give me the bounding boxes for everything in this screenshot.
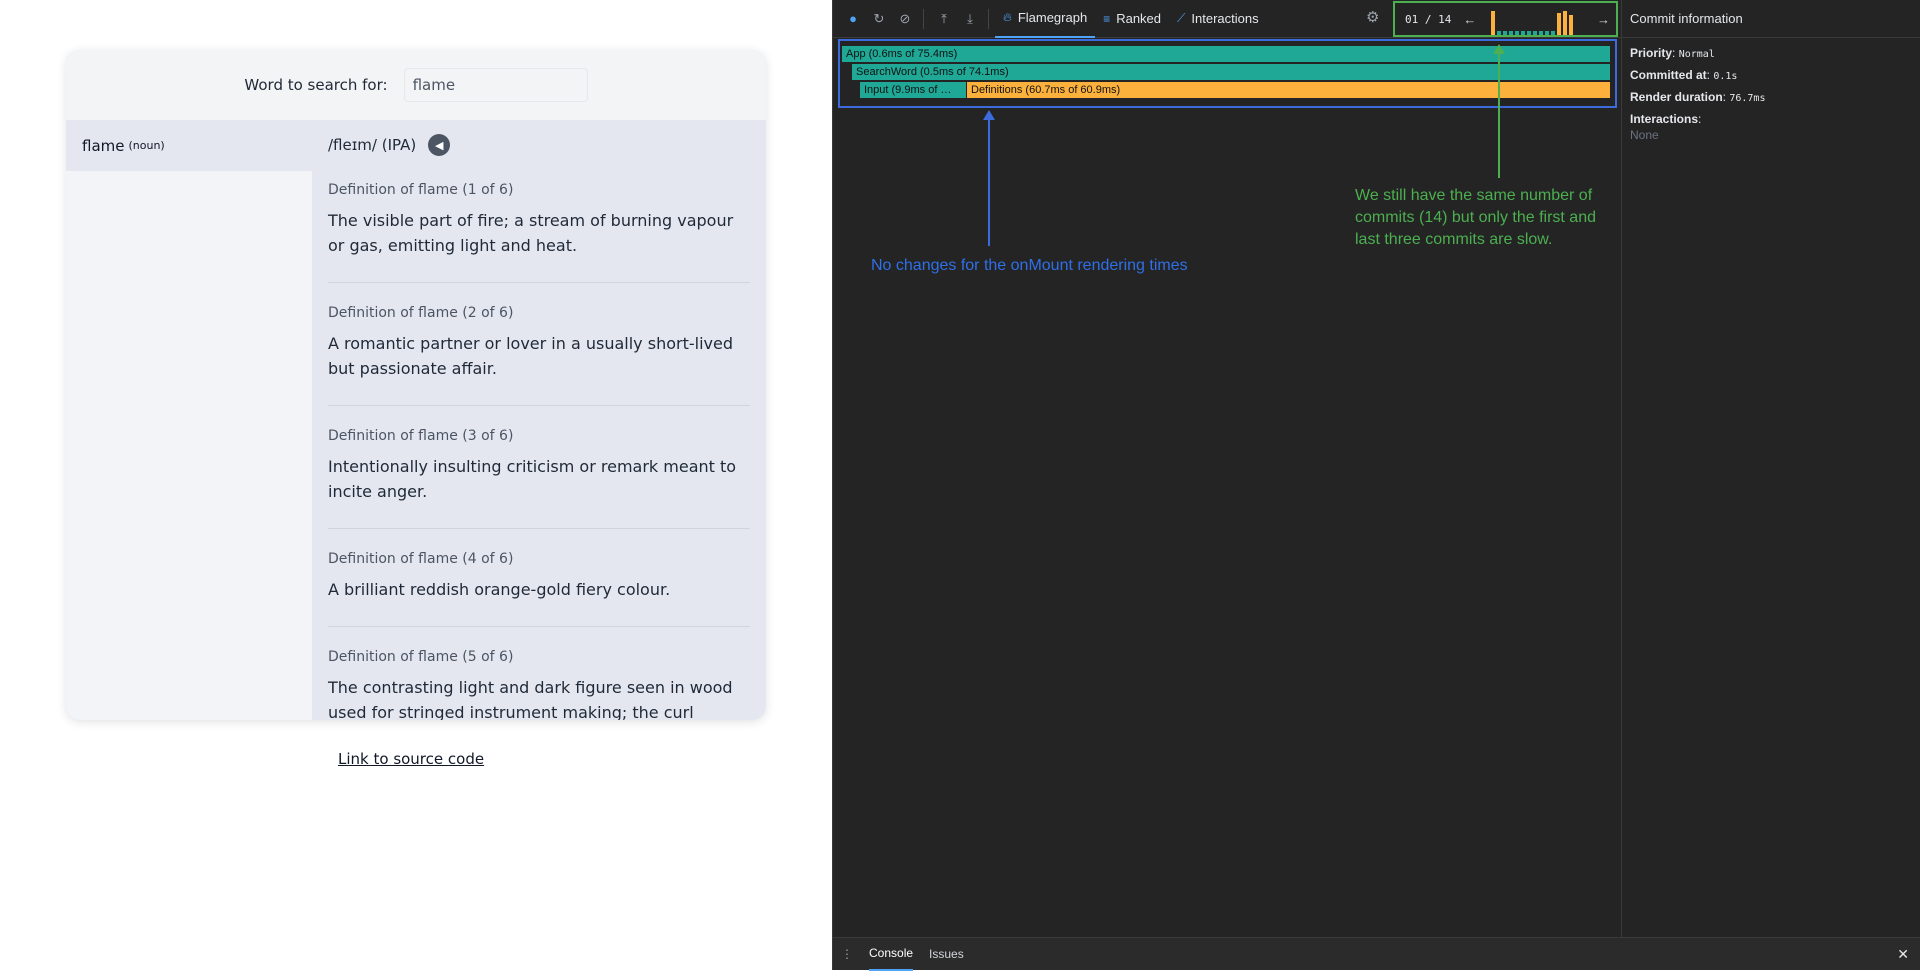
upload-icon[interactable]: ⤒	[932, 7, 956, 31]
commit-bar[interactable]	[1515, 31, 1519, 35]
console-drawer-bar: ⋮ Console Issues ✕	[833, 937, 1920, 971]
committed-at-row: Committed at: 0.1s	[1630, 68, 1738, 82]
render-duration-row: Render duration: 76.7ms	[1630, 90, 1766, 104]
definition-text: The visible part of fire; a stream of bu…	[328, 211, 734, 255]
definition-heading: Definition of flame (5 of 6)	[328, 649, 514, 665]
commit-info-title: Commit information	[1622, 0, 1920, 38]
commit-bar[interactable]	[1551, 31, 1555, 35]
tab-label: Flamegraph	[1017, 10, 1088, 25]
more-options-icon[interactable]: ⋮	[841, 947, 853, 961]
commit-bar[interactable]	[1527, 31, 1531, 35]
commit-bar[interactable]	[1533, 31, 1537, 35]
download-icon[interactable]: ⤓	[958, 7, 982, 31]
source-code-link[interactable]: Link to source code	[338, 750, 484, 768]
commit-bar[interactable]	[1521, 31, 1525, 35]
annotation-line-green	[1498, 46, 1500, 178]
word-list-item[interactable]: flame (noun)	[66, 120, 312, 171]
definition-text: A romantic partner or lover in a usually…	[328, 334, 733, 378]
profiler-toolbar: ● ↻ ⊘ ⤒ ⤓ 🔥︎ Flamegraph ≡ Ranked ⟋ Inter…	[833, 0, 1621, 38]
flame-bar-searchword[interactable]: SearchWord (0.5ms of 74.1ms)	[852, 64, 1610, 80]
search-label: Word to search for:	[244, 76, 388, 94]
previous-commit-arrow-icon[interactable]: ←	[1463, 12, 1476, 27]
tab-flamegraph[interactable]: 🔥︎ Flamegraph	[995, 0, 1096, 38]
definition-item: Definition of flame (4 of 6) A brilliant…	[328, 529, 750, 627]
flame-bar-definitions[interactable]: Definitions (60.7ms of 60.9ms)	[967, 82, 1610, 98]
commit-bar-chart[interactable]	[1491, 9, 1585, 35]
definition-text: A brilliant reddish orange-gold fiery co…	[328, 580, 671, 599]
definition-heading: Definition of flame (2 of 6)	[328, 305, 514, 321]
word-pos: (noun)	[128, 139, 165, 152]
definition-heading: Definition of flame (4 of 6)	[328, 551, 514, 567]
close-icon[interactable]: ✕	[1897, 946, 1909, 963]
next-commit-arrow-icon[interactable]: →	[1597, 12, 1610, 27]
priority-label: Priority	[1630, 46, 1673, 60]
search-row: Word to search for:	[66, 50, 766, 120]
word-list: flame (noun)	[66, 120, 312, 720]
tab-issues[interactable]: Issues	[929, 938, 964, 971]
definition-heading: Definition of flame (1 of 6)	[328, 182, 514, 198]
speaker-icon[interactable]: ◀︎	[428, 134, 451, 156]
commit-bar[interactable]	[1509, 31, 1513, 35]
commit-bar[interactable]	[1545, 31, 1549, 35]
commit-bar[interactable]	[1539, 31, 1543, 35]
committed-at-label: Committed at	[1630, 68, 1707, 82]
record-icon[interactable]: ●	[841, 7, 865, 31]
interactions-value: None	[1630, 128, 1659, 142]
definition-item: Definition of flame (5 of 6) The contras…	[328, 627, 750, 720]
commit-bar[interactable]	[1563, 11, 1567, 35]
tab-console[interactable]: Console	[869, 938, 914, 971]
definitions-panel: /fleɪm/ (IPA) ◀︎ Definition of flame (1 …	[312, 120, 766, 720]
definition-heading: Definition of flame (3 of 6)	[328, 428, 514, 444]
toolbar-divider	[923, 8, 924, 29]
interactions-row: Interactions:	[1630, 112, 1702, 126]
commit-bar[interactable]	[1491, 11, 1495, 35]
flame-icon: 🔥︎	[1003, 10, 1012, 24]
clear-icon[interactable]: ⊘	[893, 7, 917, 31]
tab-label: Ranked	[1116, 11, 1162, 26]
ranked-icon: ≡	[1103, 11, 1111, 26]
phonetic-row: /fleɪm/ (IPA) ◀︎	[328, 130, 750, 160]
dictionary-body: flame (noun) /fleɪm/ (IPA) ◀︎ Definition…	[66, 120, 766, 720]
render-duration-value: 76.7ms	[1729, 93, 1766, 104]
definition-text: Intentionally insulting criticism or rem…	[328, 457, 737, 501]
annotation-line-blue	[988, 114, 990, 246]
commit-bar[interactable]	[1497, 31, 1501, 35]
commit-bar[interactable]	[1569, 15, 1573, 35]
react-devtools-profiler: ● ↻ ⊘ ⤒ ⤓ 🔥︎ Flamegraph ≡ Ranked ⟋ Inter…	[832, 0, 1920, 971]
definition-text: The contrasting light and dark figure se…	[328, 678, 733, 720]
app-page: Word to search for: flame (noun) /fleɪm/…	[0, 0, 832, 970]
gear-icon[interactable]: ⚙	[1366, 8, 1379, 26]
phonetic-text: /fleɪm/ (IPA)	[328, 136, 417, 154]
priority-row: Priority: Normal	[1630, 46, 1715, 60]
commit-navigator: 01 / 14 ← →	[1393, 1, 1618, 37]
interactions-label: Interactions	[1630, 112, 1699, 126]
priority-value: Normal	[1678, 49, 1715, 60]
committed-at-value: 0.1s	[1713, 71, 1738, 82]
word-label: flame	[82, 136, 125, 155]
annotation-text-blue: No changes for the onMount rendering tim…	[871, 257, 1188, 274]
search-input[interactable]	[403, 68, 588, 102]
render-duration-label: Render duration	[1630, 90, 1723, 104]
dictionary-card: Word to search for: flame (noun) /fleɪm/…	[66, 50, 766, 720]
commit-counter: 01 / 14	[1405, 12, 1452, 26]
definition-item: Definition of flame (2 of 6) A romantic …	[328, 283, 750, 406]
toolbar-divider	[988, 8, 989, 29]
interactions-icon: ⟋	[1177, 11, 1186, 25]
reload-icon[interactable]: ↻	[867, 7, 891, 31]
tab-ranked[interactable]: ≡ Ranked	[1095, 0, 1169, 38]
commit-information-panel: Commit information Priority: Normal Comm…	[1621, 0, 1920, 937]
commit-bar[interactable]	[1503, 31, 1507, 35]
definition-item: Definition of flame (1 of 6) The visible…	[328, 160, 750, 283]
tab-label: Interactions	[1191, 11, 1259, 26]
tab-interactions[interactable]: ⟋ Interactions	[1169, 0, 1267, 38]
annotation-text-green: We still have the same number of commits…	[1355, 187, 1596, 248]
definition-item: Definition of flame (3 of 6) Intentional…	[328, 406, 750, 529]
commit-bar[interactable]	[1557, 13, 1561, 35]
flame-bar-input[interactable]: Input (9.9ms of …	[860, 82, 966, 98]
